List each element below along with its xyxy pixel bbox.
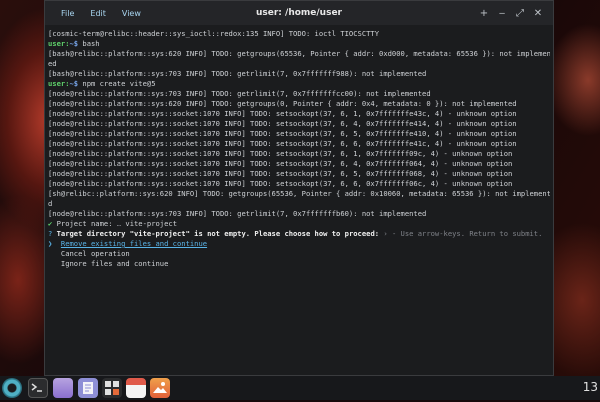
terminal-line: [node@relibc::platform::sys:703 INFO] TO… bbox=[48, 89, 431, 98]
window-titlebar[interactable]: File Edit View user: /home/user + ‒ ⤢ ✕ bbox=[45, 1, 553, 25]
prompt-option[interactable]: Cancel operation bbox=[48, 249, 550, 259]
files-icon[interactable] bbox=[53, 378, 73, 398]
terminal-icon[interactable] bbox=[28, 378, 48, 398]
terminal-line: [node@relibc::platform::sys::socket:1070… bbox=[48, 119, 517, 128]
cosmic-launcher-icon[interactable] bbox=[2, 378, 22, 398]
project-name-value: vite-project bbox=[125, 219, 177, 228]
command-text: npm create vite@5 bbox=[78, 79, 156, 88]
project-name-line: ✔ Project name: … vite-project bbox=[48, 219, 550, 229]
terminal-window[interactable]: File Edit View user: /home/user + ‒ ⤢ ✕ … bbox=[44, 0, 554, 376]
terminal-line: [node@relibc::platform::sys::socket:1070… bbox=[48, 149, 513, 158]
prompt-path: ~$ bbox=[69, 79, 79, 88]
terminal-line: [bash@relibc::platform::sys:620 INFO] TO… bbox=[48, 49, 550, 58]
terminal-line: [cosmic-term@relibc::header::sys_ioctl::… bbox=[48, 29, 380, 38]
terminal-line: ed bbox=[48, 59, 57, 68]
image-viewer-icon[interactable] bbox=[150, 378, 170, 398]
clock[interactable]: 13 bbox=[583, 380, 598, 394]
option-label[interactable]: Ignore files and continue bbox=[61, 259, 168, 268]
menu-view[interactable]: View bbox=[114, 9, 149, 18]
text-editor-icon[interactable] bbox=[78, 378, 98, 398]
terminal-line: [sh@relibc::platform::sys:620 INFO] TODO… bbox=[48, 189, 550, 198]
prompt-user: user: bbox=[48, 79, 70, 88]
terminal-line: [node@relibc::platform::sys:620 INFO] TO… bbox=[48, 99, 517, 108]
new-tab-button[interactable]: + bbox=[475, 8, 493, 19]
option-indent bbox=[48, 259, 61, 268]
terminal-line: d bbox=[48, 199, 53, 208]
prompt-option[interactable]: ❯ Remove existing files and continue bbox=[48, 239, 550, 249]
check-icon: ✔ bbox=[48, 219, 57, 228]
terminal-line: [node@relibc::platform::sys::socket:1070… bbox=[48, 179, 513, 188]
terminal-line: [node@relibc::platform::sys::socket:1070… bbox=[48, 109, 517, 118]
question-text: Target directory "vite-project" is not e… bbox=[56, 229, 384, 238]
terminal-line: [bash@relibc::platform::sys:703 INFO] TO… bbox=[48, 69, 427, 78]
minimize-button[interactable]: ‒ bbox=[493, 8, 511, 19]
prompt-path: ~$ bbox=[69, 39, 79, 48]
menu-file[interactable]: File bbox=[53, 9, 82, 18]
terminal-output[interactable]: [cosmic-term@relibc::header::sys_ioctl::… bbox=[48, 29, 550, 371]
terminal-line: [node@relibc::platform::sys:703 INFO] TO… bbox=[48, 209, 427, 218]
terminal-line: [node@relibc::platform::sys::socket:1070… bbox=[48, 129, 517, 138]
option-label[interactable]: Cancel operation bbox=[61, 249, 130, 258]
prompt-question-line: ? Target directory "vite-project" is not… bbox=[48, 229, 550, 239]
menu-edit[interactable]: Edit bbox=[82, 9, 114, 18]
selected-option-label[interactable]: Remove existing files and continue bbox=[61, 239, 207, 248]
terminal-line: user:~$ bash bbox=[48, 39, 550, 49]
prompt-option[interactable]: Ignore files and continue bbox=[48, 259, 550, 269]
window-controls: + ‒ ⤢ ✕ bbox=[475, 1, 547, 25]
maximize-button[interactable]: ⤢ bbox=[511, 8, 529, 19]
terminal-line: user:~$ npm create vite@5 bbox=[48, 79, 550, 89]
option-indent bbox=[48, 249, 61, 258]
terminal-line: [node@relibc::platform::sys::socket:1070… bbox=[48, 139, 517, 148]
calendar-icon[interactable] bbox=[126, 378, 146, 398]
terminal-line: [node@relibc::platform::sys::socket:1070… bbox=[48, 169, 513, 178]
calculator-icon[interactable] bbox=[102, 378, 122, 398]
project-name-label: Project name: bbox=[56, 219, 117, 228]
menu-bar: File Edit View bbox=[53, 9, 149, 18]
question-icon: ? bbox=[48, 229, 57, 238]
command-text: bash bbox=[78, 39, 100, 48]
close-button[interactable]: ✕ bbox=[529, 8, 547, 19]
prompt-user: user: bbox=[48, 39, 70, 48]
dock: 13 bbox=[0, 376, 600, 400]
selection-caret-icon: ❯ bbox=[48, 239, 61, 248]
question-hint: › - Use arrow-keys. Return to submit. bbox=[383, 229, 543, 238]
terminal-line: [node@relibc::platform::sys::socket:1070… bbox=[48, 159, 513, 168]
